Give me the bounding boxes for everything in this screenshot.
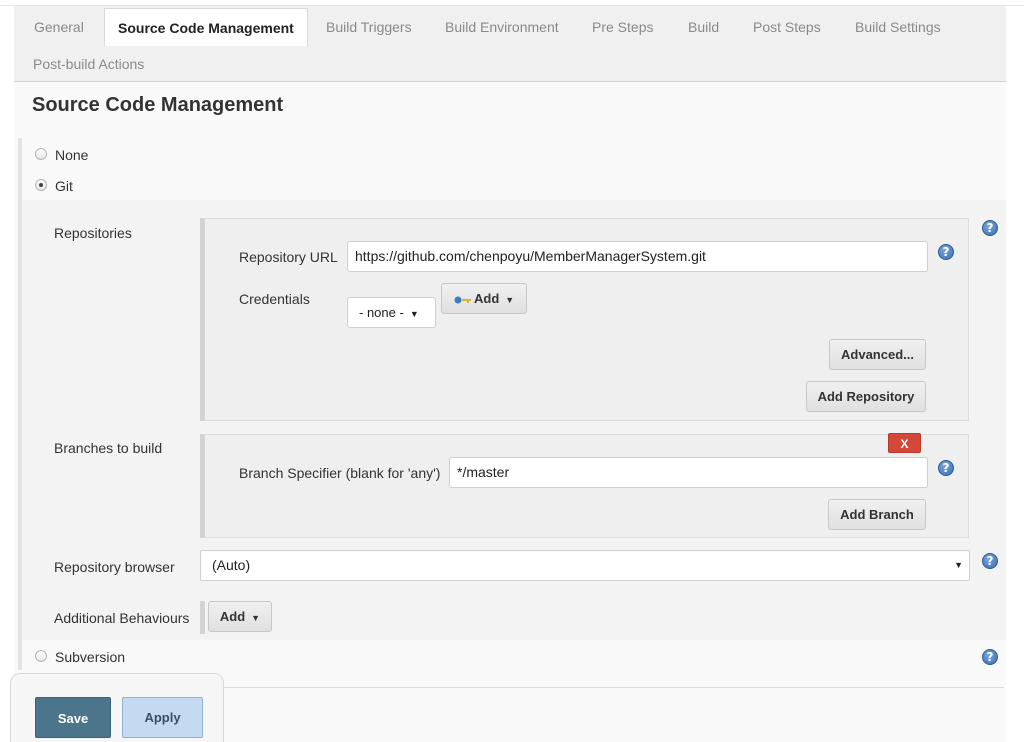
tab-general[interactable]: General [34,8,84,46]
branch-specifier-help-icon[interactable]: ? [938,460,954,476]
repository-browser-value: (Auto) [212,557,251,573]
tab-build[interactable]: Build [688,8,719,46]
repository-browser-help-icon[interactable]: ? [982,553,998,569]
add-credentials-label: Add [474,291,500,306]
repositories-label: Repositories [54,225,132,241]
caret-down-icon: ▼ [954,560,963,570]
save-button[interactable]: Save [35,697,111,738]
advanced-button[interactable]: Advanced... [829,339,926,370]
behaviours-indent-bar [200,601,205,634]
scm-subversion-label[interactable]: Subversion [55,649,125,665]
scm-none-label[interactable]: None [55,147,88,163]
scm-subversion-radio[interactable] [35,650,47,662]
additional-behaviours-label: Additional Behaviours [54,610,190,626]
credentials-select-value: - none - [359,305,404,320]
add-behaviour-button[interactable]: Add ▼ [208,601,272,632]
repository-url-label: Repository URL [239,249,338,265]
tab-build-environment[interactable]: Build Environment [445,8,559,46]
credentials-select[interactable]: - none - ▼ [347,297,436,328]
caret-down-icon: ▼ [251,613,261,623]
caret-down-icon: ▼ [505,295,515,305]
scm-git-label[interactable]: Git [55,178,73,194]
branches-label: Branches to build [54,440,163,456]
branch-specifier-label: Branch Specifier (blank for 'any') [239,465,441,481]
add-credentials-button[interactable]: Add ▼ [441,283,527,314]
key-icon [454,296,471,304]
scm-none-radio[interactable] [35,148,47,160]
section-divider [224,687,1004,688]
scm-git-radio[interactable] [35,179,47,191]
delete-branch-button[interactable]: X [888,433,921,453]
tab-pre-steps[interactable]: Pre Steps [592,8,653,46]
credentials-label: Credentials [239,291,310,307]
repository-url-help-icon[interactable]: ? [938,244,954,260]
section-title: Source Code Management [32,94,284,116]
caret-down-icon: ▼ [409,309,419,319]
repository-browser-select[interactable]: (Auto) ▼ [200,550,970,581]
tab-post-steps[interactable]: Post Steps [753,8,821,46]
branch-specifier-input[interactable]: */master [449,457,928,488]
repository-browser-label: Repository browser [54,559,175,575]
subversion-help-icon[interactable]: ? [982,649,998,665]
add-repository-button[interactable]: Add Repository [806,381,926,412]
apply-button[interactable]: Apply [122,697,203,738]
tab-post-build-actions[interactable]: Post-build Actions [33,45,144,83]
tab-build-triggers[interactable]: Build Triggers [326,8,412,46]
add-branch-button[interactable]: Add Branch [828,499,926,530]
repositories-help-icon[interactable]: ? [982,220,998,236]
repository-url-input[interactable]: https://github.com/chenpoyu/MemberManage… [347,241,928,272]
tab-source-code-management[interactable]: Source Code Management [104,8,308,46]
tab-build-settings[interactable]: Build Settings [855,8,941,46]
add-behaviour-label: Add [219,609,246,624]
config-tab-bar: General Source Code Management Build Tri… [14,6,1006,82]
